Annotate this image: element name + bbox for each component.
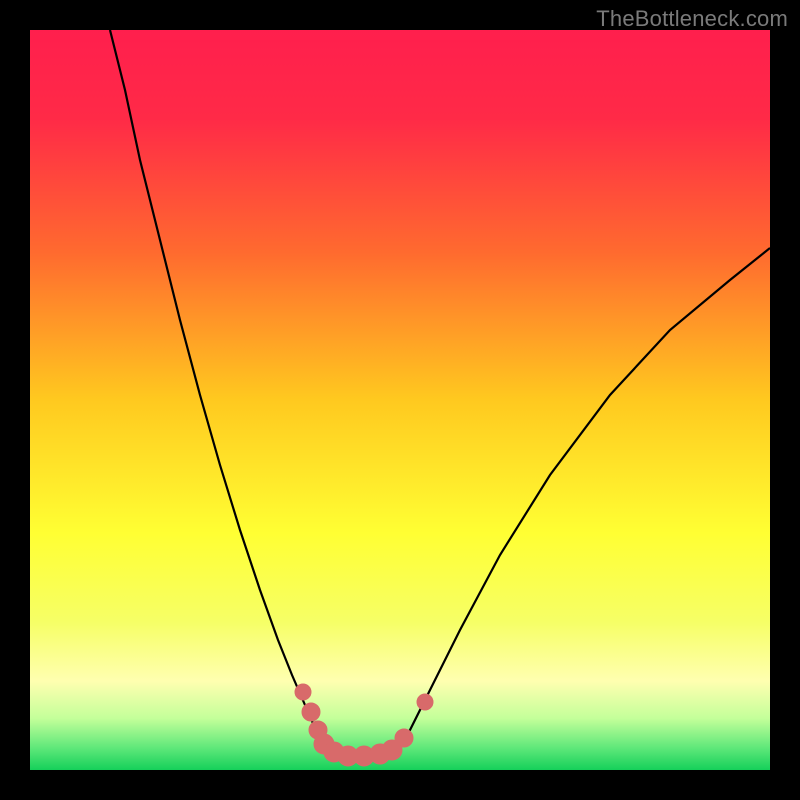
watermark-text: TheBottleneck.com bbox=[596, 6, 788, 32]
plot-area bbox=[30, 30, 770, 770]
marker-point bbox=[417, 694, 433, 710]
marker-point bbox=[395, 729, 413, 747]
marker-point bbox=[295, 684, 311, 700]
gradient-background bbox=[30, 30, 770, 770]
marker-point bbox=[302, 703, 320, 721]
chart-frame: TheBottleneck.com bbox=[0, 0, 800, 800]
bottleneck-chart bbox=[30, 30, 770, 770]
